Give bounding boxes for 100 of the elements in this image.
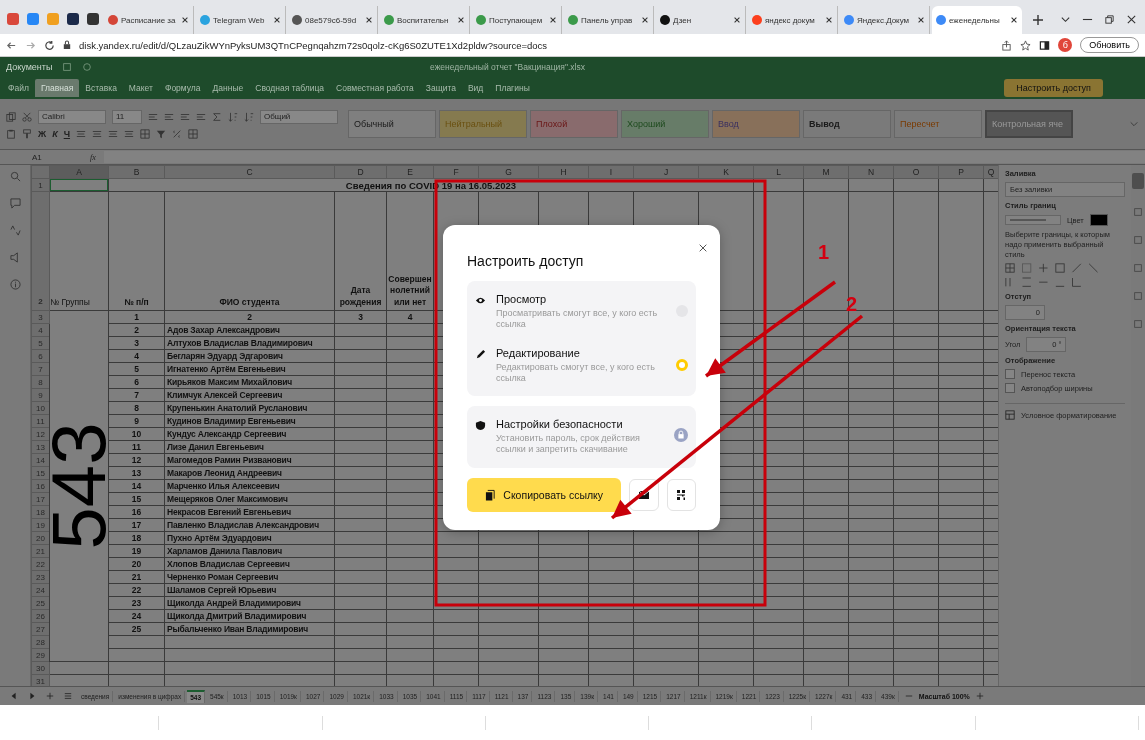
cell-style-preset[interactable]: Пересчет [894, 110, 982, 138]
zoom-in-icon[interactable] [975, 692, 984, 700]
scissors-icon[interactable] [22, 111, 32, 122]
sort-icon[interactable] [228, 111, 238, 122]
align-icon[interactable] [180, 111, 190, 122]
grid-icon[interactable] [188, 128, 198, 139]
column-header[interactable]: F [433, 165, 479, 179]
cell-settings-tab-icon[interactable] [1132, 173, 1144, 189]
pinned-tab-icon[interactable] [67, 13, 79, 25]
close-icon[interactable] [733, 16, 741, 24]
next-sheet-icon[interactable] [28, 692, 36, 700]
copy-icon[interactable] [6, 111, 16, 122]
close-icon[interactable] [1010, 16, 1018, 24]
row-number[interactable]: 1 [31, 178, 50, 192]
menu-tab[interactable]: Формула [158, 79, 207, 97]
qr-code-button[interactable] [666, 478, 696, 511]
panel-tab-icon[interactable] [1133, 319, 1143, 329]
cell-style-preset[interactable]: Хороший [621, 110, 709, 138]
radio-button[interactable] [676, 358, 688, 371]
column-header[interactable]: L [753, 165, 804, 179]
function-label[interactable]: fx [90, 152, 96, 162]
column-header[interactable]: E [386, 165, 434, 179]
refresh-button[interactable]: Обновить [1080, 37, 1139, 53]
column-header[interactable]: D [334, 165, 387, 179]
close-icon[interactable] [917, 16, 925, 24]
sidebar-icon[interactable] [1039, 39, 1051, 51]
panel-tab-icon[interactable] [1133, 207, 1143, 217]
search-icon[interactable] [9, 171, 21, 182]
close-icon[interactable] [641, 16, 649, 24]
column-header[interactable]: C [164, 165, 335, 179]
close-icon[interactable] [1126, 14, 1137, 25]
color-swatch[interactable] [1089, 214, 1108, 226]
restore-icon[interactable] [1104, 14, 1115, 25]
reload-icon[interactable] [44, 39, 55, 51]
address-field[interactable]: disk.yandex.ru/edit/d/QLzauZikWYnPyksUM3QTnCPegnqahzm72s0qolz-cKg6S0ZUTE1Xd2pldw?source=docs [79, 39, 994, 51]
filter-icon[interactable] [156, 128, 166, 139]
percent-icon[interactable] [172, 128, 182, 139]
column-header[interactable]: B [108, 165, 165, 179]
menu-tab[interactable]: Совместная работа [330, 79, 420, 97]
cell-style-preset[interactable]: Обычный [348, 110, 436, 138]
panel-tab-icon[interactable] [1133, 235, 1143, 245]
share-button[interactable]: Настроить доступ [1004, 79, 1103, 97]
panel-tab-icon[interactable] [1133, 263, 1143, 273]
align-icon[interactable] [196, 111, 206, 122]
sum-icon[interactable] [212, 111, 222, 122]
pinned-tab-icon[interactable] [87, 13, 99, 25]
lock-icon[interactable] [63, 40, 71, 50]
cell-style-preset[interactable]: Вывод [803, 110, 891, 138]
text-format-button[interactable]: Ж [38, 128, 47, 139]
align-icon[interactable] [76, 128, 86, 139]
documents-link[interactable]: Документы [6, 62, 53, 72]
checkbox[interactable] [1005, 369, 1015, 380]
cell-style-preset[interactable]: Ввод [712, 110, 800, 138]
close-icon[interactable] [825, 16, 833, 24]
number-format-field[interactable]: Общий [260, 109, 338, 124]
column-header[interactable]: P [938, 165, 984, 179]
chevron-down-icon[interactable] [1060, 14, 1071, 25]
close-icon[interactable] [181, 16, 189, 24]
share-icon[interactable] [1001, 39, 1013, 51]
column-header[interactable]: J [633, 165, 699, 179]
info-icon[interactable] [9, 279, 21, 290]
close-icon[interactable] [457, 16, 465, 24]
spellcheck-icon[interactable] [9, 225, 21, 236]
new-tab-icon[interactable] [1032, 14, 1044, 26]
cell-style-preset[interactable]: Плохой [530, 110, 618, 138]
close-icon[interactable] [549, 16, 557, 24]
formula-field[interactable] [103, 151, 1145, 163]
border-style-dropdown[interactable] [1005, 215, 1061, 225]
add-sheet-icon[interactable] [46, 692, 54, 700]
row-number[interactable]: 2 [31, 191, 50, 311]
grid-icon[interactable] [140, 128, 150, 139]
format-painter-icon[interactable] [22, 128, 32, 139]
zoom-out-icon[interactable] [904, 692, 913, 700]
profile-avatar[interactable]: б [1058, 38, 1073, 52]
checkbox[interactable] [1005, 383, 1015, 394]
close-icon[interactable] [365, 16, 373, 24]
menu-tab[interactable]: Макет [122, 79, 159, 97]
access-option[interactable]: Редактирование Редактировать смогут все, у кого есть ссылка [475, 338, 688, 392]
mail-button[interactable] [629, 478, 659, 511]
cell-style-preset[interactable]: Контрольная яче [985, 110, 1073, 138]
font-field[interactable]: Calibri [38, 109, 106, 124]
previous-sheet-icon[interactable] [10, 692, 18, 700]
menu-icon[interactable] [64, 692, 72, 700]
menu-tab[interactable]: Вид [461, 79, 490, 97]
menu-tab[interactable]: Вставка [79, 79, 123, 97]
column-header[interactable]: G [478, 165, 539, 179]
browser-tab[interactable]: еженедельны [932, 6, 1022, 34]
star-icon[interactable] [1020, 39, 1032, 51]
print-icon[interactable] [82, 62, 93, 72]
sort-icon[interactable] [244, 111, 254, 122]
font-size-field[interactable]: 11 [112, 109, 142, 124]
close-icon[interactable] [698, 243, 708, 253]
comment-icon[interactable] [9, 198, 21, 209]
menu-tab[interactable]: Данные [206, 79, 250, 97]
text-format-button[interactable]: Ч [63, 128, 70, 139]
menu-tab[interactable]: Защита [419, 79, 462, 97]
close-icon[interactable] [273, 16, 281, 24]
align-icon[interactable] [108, 128, 118, 139]
align-icon[interactable] [164, 111, 174, 122]
column-header[interactable]: H [538, 165, 589, 179]
